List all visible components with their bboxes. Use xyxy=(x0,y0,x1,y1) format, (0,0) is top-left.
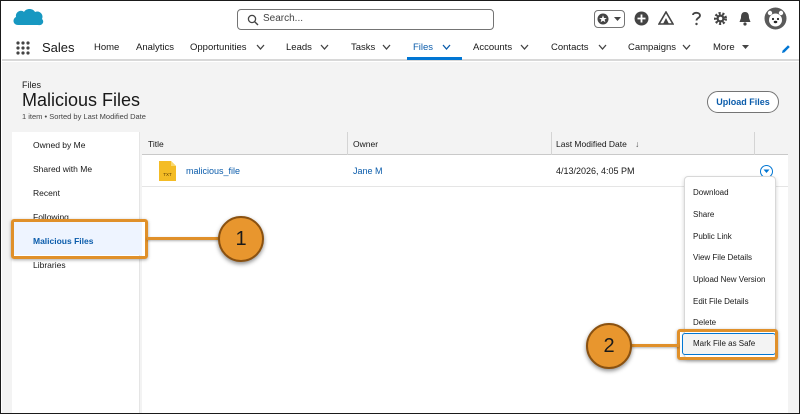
screenshot-frame: Search... Sales Home Analytics Opportuni… xyxy=(0,0,800,414)
files-sidebar xyxy=(12,132,140,413)
trailhead-icon[interactable] xyxy=(658,11,674,26)
chevron-down-icon[interactable] xyxy=(256,44,265,51)
nav-item-accounts[interactable]: Accounts xyxy=(473,42,512,53)
nav-item-contacts[interactable]: Contacts xyxy=(551,42,589,53)
app-launcher-icon[interactable] xyxy=(16,41,30,55)
avatar-icon[interactable] xyxy=(764,7,787,30)
column-divider xyxy=(551,132,552,155)
callout-badge-1: 1 xyxy=(218,216,264,262)
menu-item-public-link[interactable]: Public Link xyxy=(693,232,732,241)
highlight-box-malicious-files xyxy=(11,219,148,259)
menu-item-download[interactable]: Download xyxy=(693,188,729,197)
nav-item-opportunities[interactable]: Opportunities xyxy=(190,42,247,53)
txt-file-icon: TXT xyxy=(159,161,176,181)
chevron-down-icon[interactable] xyxy=(320,44,329,51)
nav-item-home[interactable]: Home xyxy=(94,42,119,53)
star-icon xyxy=(597,13,609,25)
highlight-box-mark-file-as-safe xyxy=(677,329,778,360)
global-header: Search... xyxy=(2,2,799,35)
file-modified-date: 4/13/2026, 4:05 PM xyxy=(556,166,635,176)
chevron-down-icon[interactable] xyxy=(741,44,750,51)
sidebar-item-libraries[interactable]: Libraries xyxy=(33,260,66,270)
menu-item-delete[interactable]: Delete xyxy=(693,318,716,327)
gear-icon[interactable] xyxy=(713,11,728,26)
app-nav-bar: Sales Home Analytics Opportunities Leads… xyxy=(2,35,799,61)
menu-item-upload-new-version[interactable]: Upload New Version xyxy=(693,275,765,284)
sort-arrow-icon[interactable]: ↓ xyxy=(635,139,639,149)
menu-item-view-file-details[interactable]: View File Details xyxy=(693,253,752,262)
callout-connector-2 xyxy=(626,344,679,347)
chevron-down-icon[interactable] xyxy=(442,44,451,51)
bell-icon[interactable] xyxy=(738,11,752,26)
sidebar-item-recent[interactable]: Recent xyxy=(33,188,60,198)
column-header-title[interactable]: Title xyxy=(148,139,164,149)
search-icon xyxy=(247,14,259,26)
nav-item-files[interactable]: Files xyxy=(413,42,433,53)
callout-connector-1 xyxy=(147,237,221,240)
table-header: Title Owner Last Modified Date ↓ xyxy=(142,132,788,155)
menu-item-edit-file-details[interactable]: Edit File Details xyxy=(693,297,749,306)
callout-badge-2: 2 xyxy=(586,323,632,369)
chevron-down-icon[interactable] xyxy=(520,44,529,51)
plus-icon[interactable] xyxy=(634,11,649,26)
column-header-last-modified[interactable]: Last Modified Date xyxy=(556,139,627,149)
chevron-down-icon[interactable] xyxy=(598,44,607,51)
nav-item-more[interactable]: More xyxy=(713,42,735,53)
file-type-label: TXT xyxy=(163,172,172,177)
chevron-down-icon xyxy=(763,169,770,173)
file-title-link[interactable]: malicious_file xyxy=(186,166,240,176)
file-owner-link[interactable]: Jane M xyxy=(353,166,383,176)
list-meta: 1 item • Sorted by Last Modified Date xyxy=(22,112,146,121)
breadcrumb[interactable]: Files xyxy=(22,80,41,90)
column-divider xyxy=(754,132,755,155)
menu-item-share[interactable]: Share xyxy=(693,210,714,219)
global-search-input[interactable]: Search... xyxy=(237,9,494,30)
search-placeholder: Search... xyxy=(263,13,304,24)
nav-item-campaigns[interactable]: Campaigns xyxy=(628,42,676,53)
nav-item-analytics[interactable]: Analytics xyxy=(136,42,174,53)
favorites-button[interactable] xyxy=(594,10,625,28)
app-name: Sales xyxy=(42,40,75,55)
edit-pen-icon[interactable] xyxy=(781,44,791,54)
sidebar-item-owned-by-me[interactable]: Owned by Me xyxy=(33,140,85,150)
page-title: Malicious Files xyxy=(22,90,141,110)
salesforce-cloud-icon[interactable] xyxy=(11,5,45,29)
sidebar-item-shared-with-me[interactable]: Shared with Me xyxy=(33,164,92,174)
chevron-down-icon xyxy=(614,17,621,21)
column-divider xyxy=(347,132,348,155)
chevron-down-icon[interactable] xyxy=(382,44,391,51)
help-icon[interactable] xyxy=(691,11,702,26)
column-header-owner[interactable]: Owner xyxy=(353,139,378,149)
upload-files-button[interactable]: Upload Files xyxy=(707,91,779,113)
nav-item-leads[interactable]: Leads xyxy=(286,42,312,53)
nav-item-tasks[interactable]: Tasks xyxy=(351,42,375,53)
chevron-down-icon[interactable] xyxy=(682,44,691,51)
